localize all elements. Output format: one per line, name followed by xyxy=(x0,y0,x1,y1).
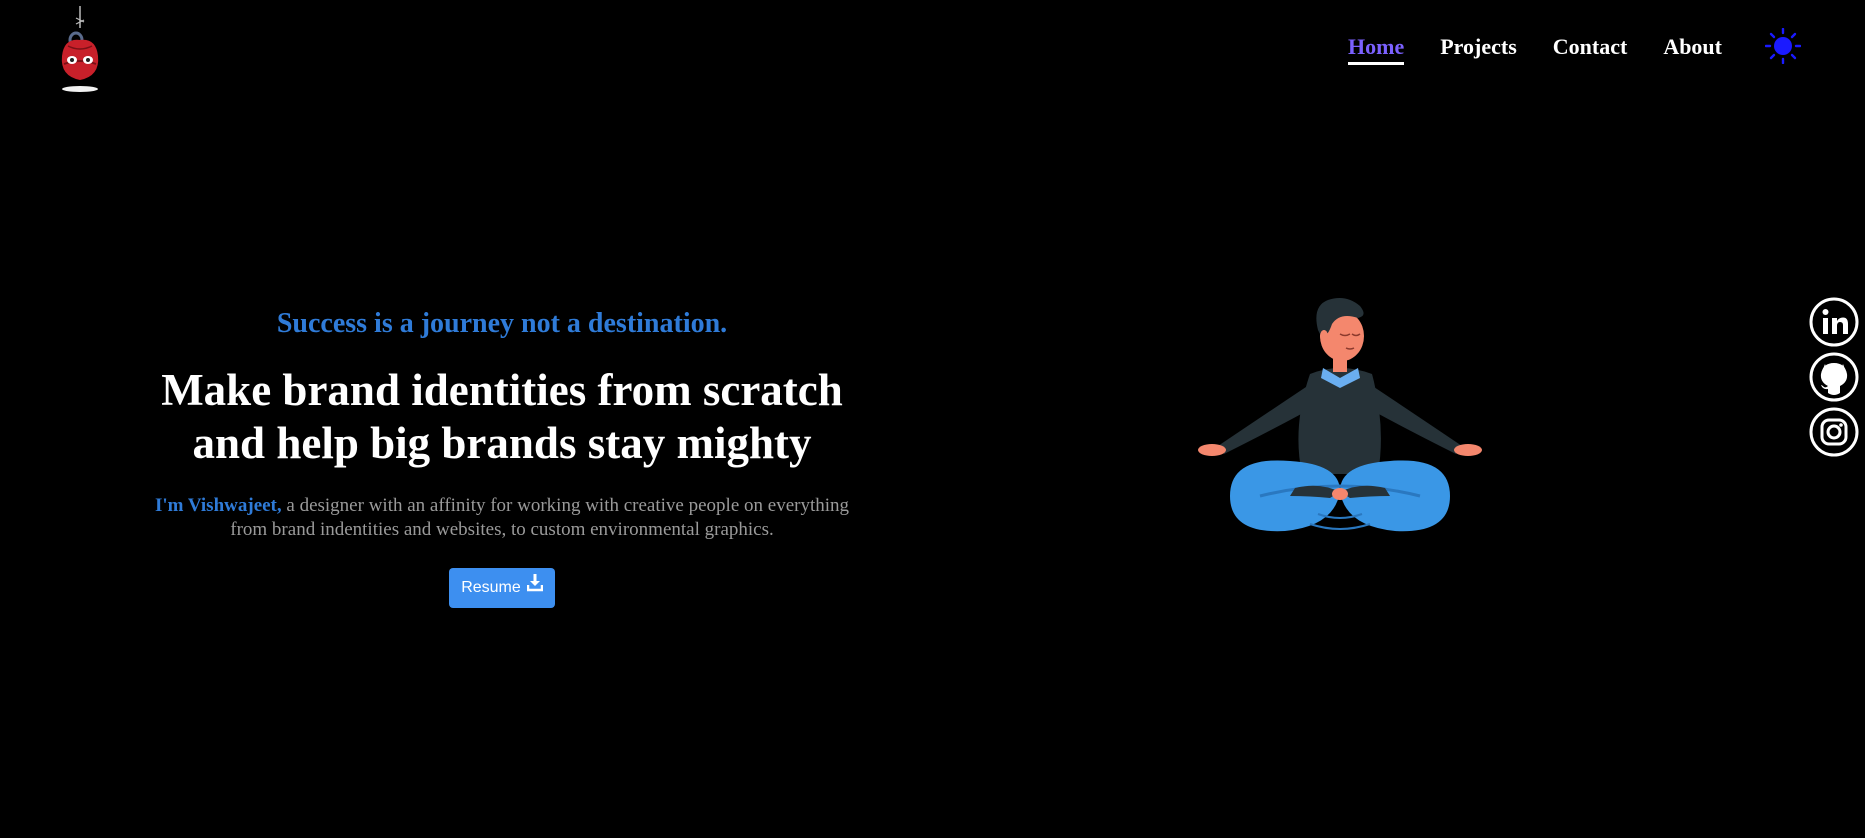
social-links xyxy=(1809,297,1859,462)
hero-intro: I'm Vishwajeet, a designer with an affin… xyxy=(152,494,852,542)
download-icon xyxy=(526,574,543,592)
sun-icon[interactable] xyxy=(1765,28,1801,64)
nav-projects-link[interactable]: Projects xyxy=(1440,34,1517,60)
github-icon[interactable] xyxy=(1809,352,1859,402)
nav-about-link[interactable]: About xyxy=(1663,34,1722,60)
headline-line-2: and help big brands stay mighty xyxy=(192,418,812,468)
hero-section: Success is a journey not a destination. … xyxy=(120,300,884,608)
nav-contact-link[interactable]: Contact xyxy=(1553,34,1628,60)
linkedin-icon[interactable] xyxy=(1809,297,1859,347)
meditating-person-illustration xyxy=(1198,298,1482,532)
hanging-spider-mascot-icon[interactable] xyxy=(56,6,104,94)
headline-line-1: Make brand identities from scratch xyxy=(161,365,843,415)
hero-headline: Make brand identities from scratch and h… xyxy=(120,364,884,470)
page: Home Projects Contact About Success is a… xyxy=(0,0,1865,838)
resume-button[interactable]: Resume xyxy=(449,568,555,608)
resume-button-label: Resume xyxy=(461,579,521,596)
intro-name: I'm Vishwajeet, xyxy=(154,495,282,516)
hero-quote: Success is a journey not a destination. xyxy=(276,308,728,339)
main-nav: Home Projects Contact About xyxy=(1348,34,1758,65)
nav-home-link[interactable]: Home xyxy=(1348,34,1405,65)
instagram-icon[interactable] xyxy=(1809,407,1859,457)
intro-text: a designer with an affinity for working … xyxy=(230,495,850,540)
